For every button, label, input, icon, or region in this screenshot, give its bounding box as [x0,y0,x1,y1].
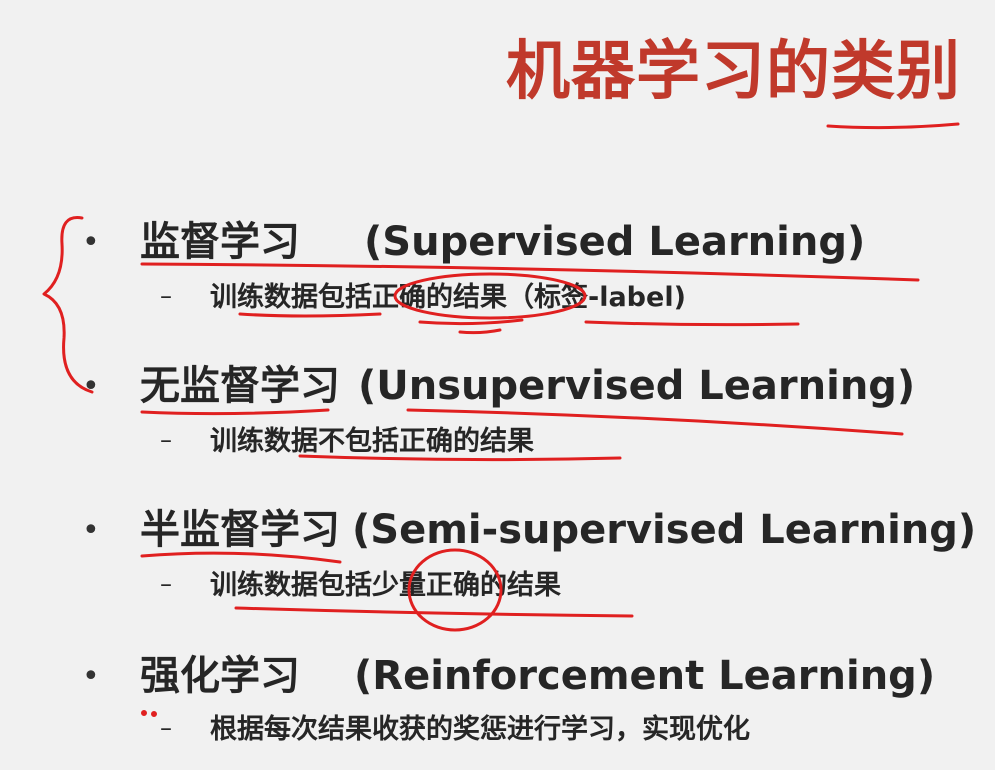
item-heading-zh: 监督学习 [140,219,300,265]
ink-dot [141,710,147,716]
dash: – [160,570,172,598]
underline-unsupervised-zh [140,408,330,416]
item-heading-en: (Unsupervised Learning) [358,363,916,409]
dash: – [160,426,172,454]
sub-item-text: 训练数据包括少量正确的结果 [210,570,561,601]
bullet: • [82,369,100,404]
underline-supervised [140,262,920,282]
item-heading-en: (Supervised Learning) [364,219,866,265]
title-underline [826,122,960,130]
ink-dot [151,711,157,717]
item-heading: 无监督学习 (Unsupervised Learning) [140,366,915,406]
item-heading: 强化学习 (Reinforcement Learning) [140,656,935,696]
item-heading-en: (Semi-supervised Learning) [352,507,977,553]
double-underline-correct [418,318,524,335]
item-heading-zh: 无监督学习 [140,363,340,409]
dash: – [160,282,172,310]
sub-item-text: 根据每次结果收获的奖惩进行学习，实现优化 [210,714,750,745]
item-heading-zh: 强化学习 [140,653,300,699]
item-heading: 半监督学习 (Semi-supervised Learning) [140,510,976,550]
underline-label [584,320,800,327]
sub-item-text: 训练数据不包括正确的结果 [210,426,534,457]
bullet: • [82,659,100,694]
underline-sub-supervised [238,312,382,318]
underline-sub-semi [234,606,634,618]
item-heading-en: (Reinforcement Learning) [354,653,936,699]
item-heading-zh: 半监督学习 [140,507,340,553]
underline-semi [140,551,342,564]
slide-title: 机器学习的类别 [506,35,961,109]
slide: 机器学习的类别 • 监督学习 (Supervised Learning) – 训练… [0,0,995,770]
bullet: • [82,225,100,260]
dash: – [160,714,172,742]
bullet: • [82,513,100,548]
item-heading: 监督学习 (Supervised Learning) [140,222,865,262]
sub-item-text: 训练数据包括正确的结果（标签-label) [210,282,686,313]
